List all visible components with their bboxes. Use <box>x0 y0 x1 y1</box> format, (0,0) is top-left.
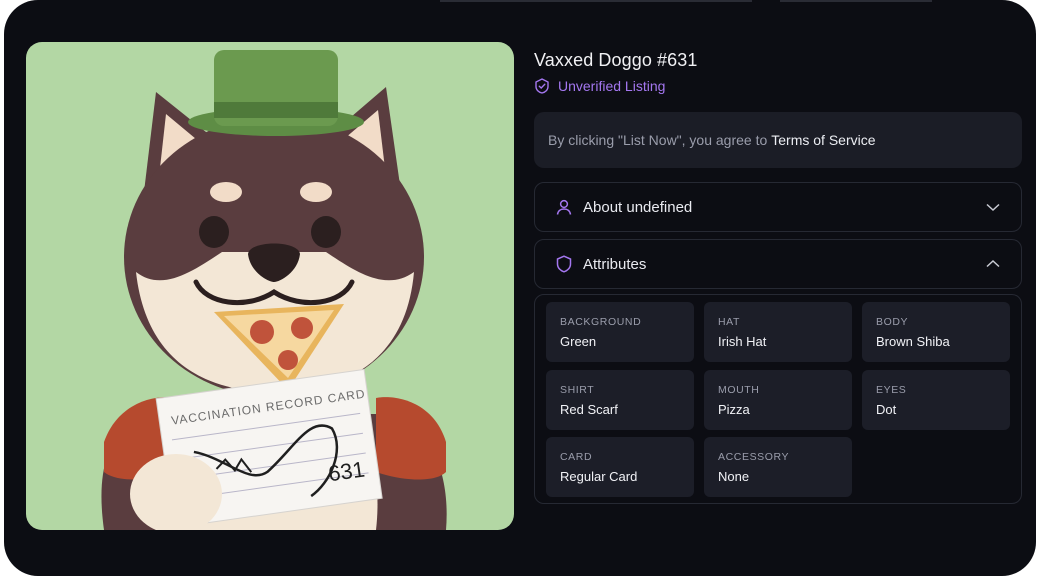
attribute-key: HAT <box>718 316 741 328</box>
about-label: About undefined <box>583 198 693 216</box>
attribute-key: MOUTH <box>718 384 760 396</box>
shiba-illustration: VACCINATION RECORD CARD 631 <box>101 50 447 530</box>
chevron-up-icon[interactable] <box>985 255 1003 273</box>
attribute-mouth: MOUTH Pizza <box>704 370 852 430</box>
chevron-down-icon[interactable] <box>985 198 1003 216</box>
user-icon <box>555 197 575 217</box>
terms-notice: By clicking "List Now", you agree to Ter… <box>534 112 1022 168</box>
attribute-key: ACCESSORY <box>718 451 790 463</box>
attributes-label: Attributes <box>583 255 647 273</box>
attribute-value: Brown Shiba <box>876 334 950 349</box>
attribute-body: BODY Brown Shiba <box>862 302 1010 362</box>
attribute-key: BACKGROUND <box>560 316 642 328</box>
app-window: VACCINATION RECORD CARD 631 Vaxxed Doggo… <box>4 0 1036 576</box>
attribute-shirt: SHIRT Red Scarf <box>546 370 694 430</box>
about-accordion[interactable]: About undefined <box>534 182 1022 232</box>
attribute-eyes: EYES Dot <box>862 370 1010 430</box>
attribute-value: Red Scarf <box>560 402 618 417</box>
shield-check-icon <box>534 78 550 94</box>
attribute-accessory: ACCESSORY None <box>704 437 852 497</box>
shield-icon <box>555 254 575 274</box>
nft-image[interactable]: VACCINATION RECORD CARD 631 <box>26 42 514 530</box>
attribute-background: BACKGROUND Green <box>546 302 694 362</box>
attribute-value: Pizza <box>718 402 750 417</box>
terms-text: By clicking "List Now", you agree to <box>548 132 768 148</box>
attribute-hat: HAT Irish Hat <box>704 302 852 362</box>
attribute-card: CARD Regular Card <box>546 437 694 497</box>
listing-status-label: Unverified Listing <box>558 78 666 94</box>
attribute-value: Dot <box>876 402 897 417</box>
attribute-key: CARD <box>560 451 593 463</box>
attribute-value: Irish Hat <box>718 334 767 349</box>
attribute-key: SHIRT <box>560 384 595 396</box>
top-divider <box>440 0 752 2</box>
attribute-value: None <box>718 469 750 484</box>
attributes-accordion[interactable]: Attributes <box>534 239 1022 289</box>
top-divider <box>780 0 932 2</box>
card-number-text: 631 <box>327 456 367 486</box>
attribute-key: EYES <box>876 384 907 396</box>
attribute-key: BODY <box>876 316 909 328</box>
attribute-value: Regular Card <box>560 469 638 484</box>
nft-title: Vaxxed Doggo #631 <box>534 50 698 70</box>
listing-status: Unverified Listing <box>534 78 665 94</box>
attribute-value: Green <box>560 334 597 349</box>
terms-of-service-link[interactable]: Terms of Service <box>771 132 875 148</box>
attributes-grid: BACKGROUND Green HAT Irish Hat BODY Brow… <box>534 294 1022 504</box>
